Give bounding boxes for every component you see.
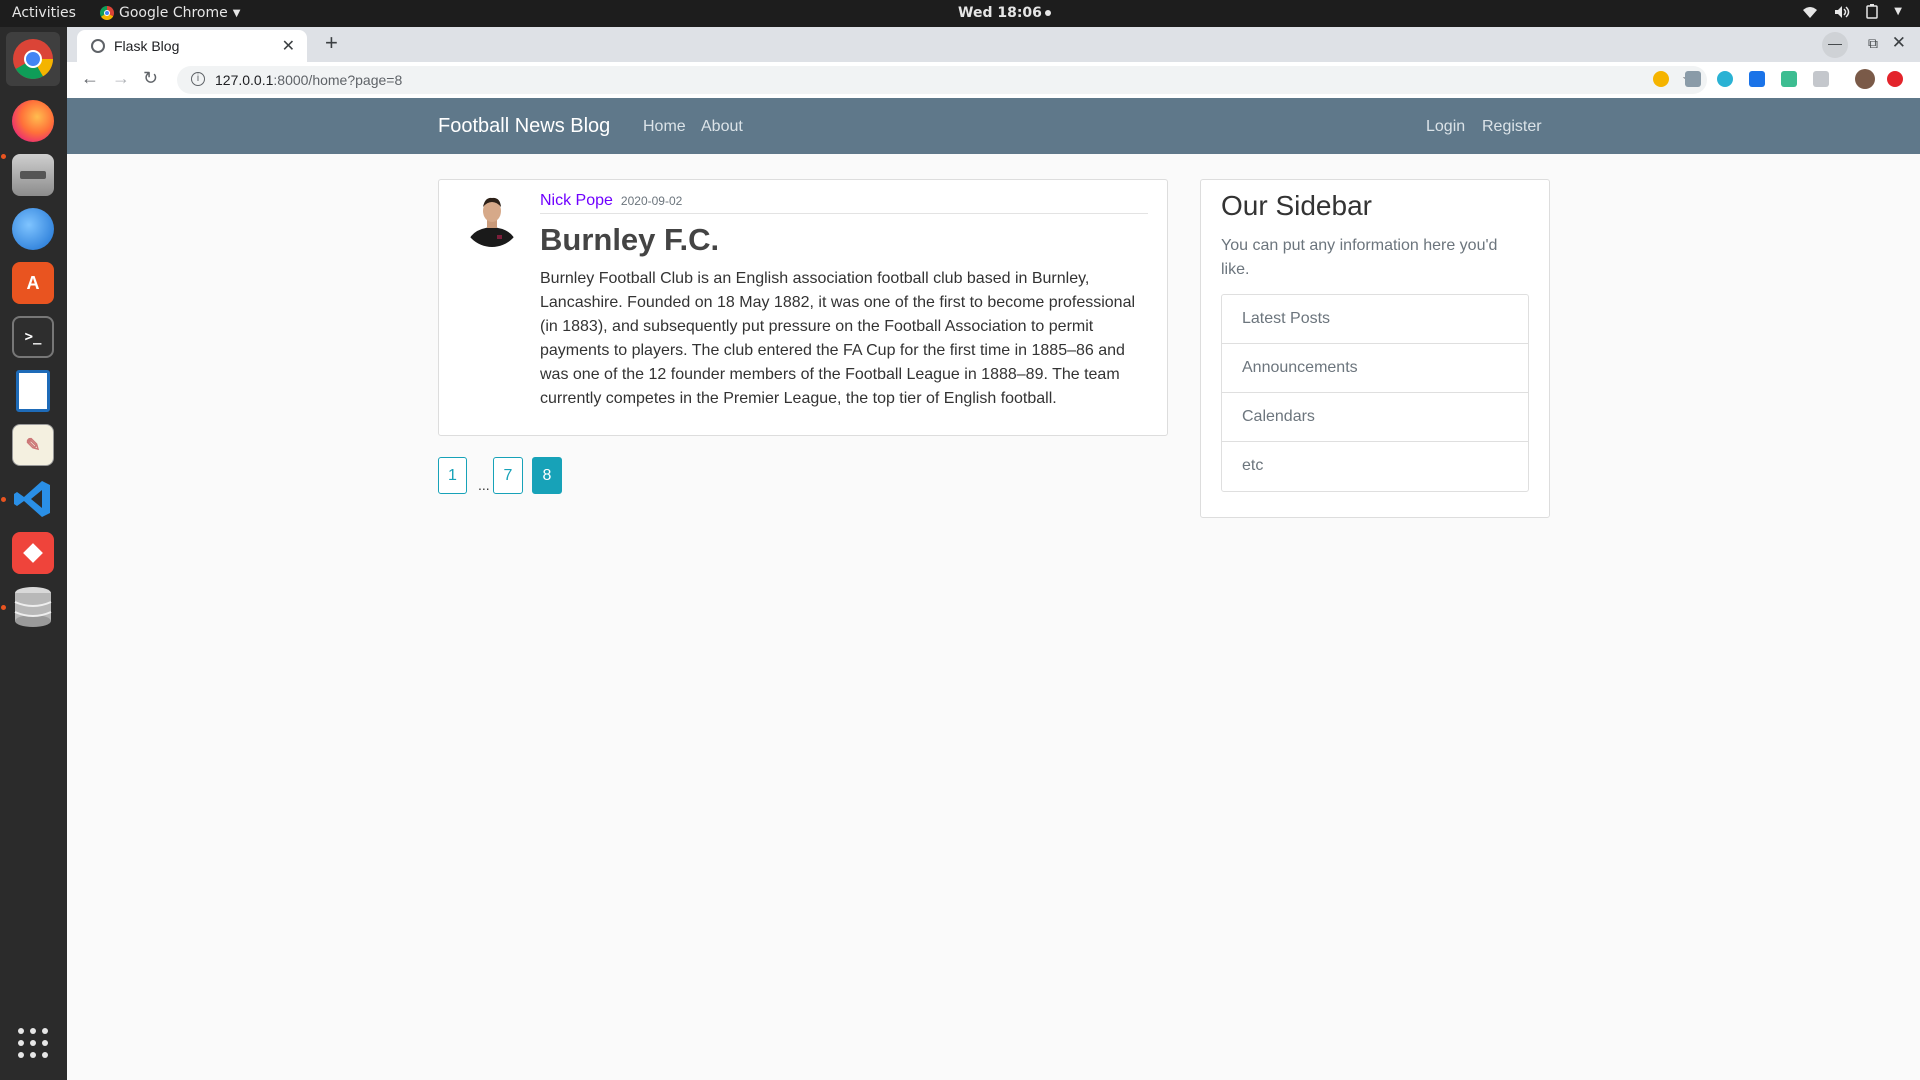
- nav-register-link[interactable]: Register: [1482, 118, 1542, 136]
- extension-download-icon[interactable]: [1749, 71, 1765, 87]
- close-tab-icon[interactable]: ✕: [282, 36, 295, 56]
- back-button[interactable]: ←: [81, 68, 99, 89]
- app-menu[interactable]: Google Chrome ▼: [100, 5, 240, 21]
- dock-writer[interactable]: [6, 364, 60, 418]
- extension-generic-icon[interactable]: [1813, 71, 1829, 87]
- post-title[interactable]: Burnley F.C.: [540, 222, 719, 258]
- dock-database[interactable]: [6, 580, 60, 634]
- site-info-icon[interactable]: i: [191, 72, 205, 86]
- forward-button[interactable]: →: [112, 68, 130, 89]
- extension-image-icon[interactable]: [1685, 71, 1701, 87]
- post-author-link[interactable]: Nick Pope: [540, 192, 613, 209]
- browser-toolbar: ← → ↻ i 127.0.0.1:8000/home?page=8 ☆: [67, 62, 1920, 99]
- url-host: 127.0.0.1: [215, 72, 274, 88]
- minimize-button[interactable]: —: [1822, 32, 1848, 58]
- tab-title: Flask Blog: [114, 38, 180, 54]
- chevron-down-icon: ▼: [1894, 6, 1902, 17]
- dock-software[interactable]: A: [6, 256, 60, 310]
- page-link-8-current[interactable]: 8: [532, 457, 562, 494]
- dock-files[interactable]: [6, 148, 60, 202]
- software-store-icon: A: [12, 262, 54, 304]
- sidebar: Our Sidebar You can put any information …: [1200, 179, 1550, 518]
- files-icon: [12, 154, 54, 196]
- close-window-button[interactable]: ✕: [1892, 33, 1906, 53]
- battery-icon: [1866, 4, 1879, 19]
- sidebar-title: Our Sidebar: [1221, 190, 1372, 221]
- sidebar-item-latest-posts[interactable]: Latest Posts: [1222, 295, 1528, 344]
- extension-vue-icon[interactable]: [1781, 71, 1797, 87]
- site-navbar: Football News Blog Home About Login Regi…: [67, 98, 1920, 154]
- system-tray[interactable]: ▼: [1802, 4, 1902, 19]
- profile-avatar[interactable]: [1855, 69, 1875, 89]
- activities-button[interactable]: Activities: [12, 5, 76, 21]
- browser-tab-strip: Flask Blog ✕ + — ⧉ ✕: [67, 27, 1920, 62]
- nav-login-link[interactable]: Login: [1426, 118, 1465, 136]
- extension-stop-icon[interactable]: [1887, 71, 1903, 87]
- show-applications-button[interactable]: [6, 1016, 60, 1070]
- app-grid-icon: [18, 1028, 48, 1058]
- app-menu-label: Google Chrome: [119, 5, 228, 21]
- database-icon: [14, 587, 52, 627]
- nav-home-link[interactable]: Home: [643, 118, 686, 136]
- reload-button[interactable]: ↻: [143, 68, 158, 89]
- browser-tab[interactable]: Flask Blog ✕: [77, 30, 307, 62]
- sidebar-list: Latest Posts Announcements Calendars etc: [1221, 294, 1529, 492]
- dock: A >_ ✎: [0, 27, 67, 1080]
- pagination-ellipsis: ...: [478, 477, 490, 493]
- dock-thunderbird[interactable]: [6, 202, 60, 256]
- system-top-bar: Activities Google Chrome ▼ Wed 18:06 ▼: [0, 0, 1920, 27]
- page-link-7[interactable]: 7: [493, 457, 523, 494]
- site-brand[interactable]: Football News Blog: [438, 115, 610, 138]
- dock-chrome[interactable]: [6, 32, 60, 86]
- address-bar[interactable]: i 127.0.0.1:8000/home?page=8 ☆: [177, 66, 1707, 94]
- sidebar-item-calendars[interactable]: Calendars: [1222, 393, 1528, 442]
- url-path: :8000/home?page=8: [273, 72, 403, 88]
- volume-icon: [1835, 5, 1850, 18]
- post-card: Nick Pope 2020-09-02 Burnley F.C. Burnley…: [438, 179, 1168, 436]
- extension-react-icon[interactable]: [1717, 71, 1733, 87]
- dock-vscode[interactable]: [6, 472, 60, 526]
- sidebar-description: You can put any information here you'd l…: [1221, 237, 1498, 278]
- author-avatar: [463, 189, 521, 247]
- chrome-icon: [100, 6, 114, 20]
- clock-label: Wed 18:06: [958, 5, 1042, 21]
- dock-terminal[interactable]: >_: [6, 310, 60, 364]
- post-date: 2020-09-02: [620, 194, 683, 208]
- text-editor-icon: ✎: [12, 424, 54, 466]
- dock-firefox[interactable]: [6, 94, 60, 148]
- dock-anydesk[interactable]: [6, 526, 60, 580]
- dock-text-editor[interactable]: ✎: [6, 418, 60, 472]
- restore-button[interactable]: ⧉: [1868, 35, 1878, 52]
- clock[interactable]: Wed 18:06: [958, 5, 1051, 21]
- article-metadata: Nick Pope 2020-09-02: [540, 192, 1148, 214]
- anydesk-icon: [12, 532, 54, 574]
- terminal-icon: >_: [12, 316, 54, 358]
- chevron-down-icon: ▼: [232, 7, 241, 19]
- wifi-icon: [1803, 6, 1818, 18]
- page-link-1[interactable]: 1: [438, 457, 467, 494]
- extension-emoji-icon[interactable]: [1653, 71, 1669, 87]
- web-page: Football News Blog Home About Login Regi…: [67, 98, 1920, 1080]
- firefox-icon: [12, 100, 54, 142]
- notification-dot-icon: [1044, 10, 1051, 16]
- sidebar-item-etc[interactable]: etc: [1222, 442, 1528, 491]
- nav-about-link[interactable]: About: [701, 118, 743, 136]
- sidebar-item-announcements[interactable]: Announcements: [1222, 344, 1528, 393]
- new-tab-button[interactable]: +: [325, 30, 338, 56]
- post-content: Burnley Football Club is an English asso…: [540, 270, 1136, 407]
- writer-icon: [16, 370, 50, 412]
- globe-icon: [91, 39, 105, 53]
- chrome-icon: [13, 39, 53, 79]
- thunderbird-icon: [12, 208, 54, 250]
- vscode-icon: [14, 481, 50, 517]
